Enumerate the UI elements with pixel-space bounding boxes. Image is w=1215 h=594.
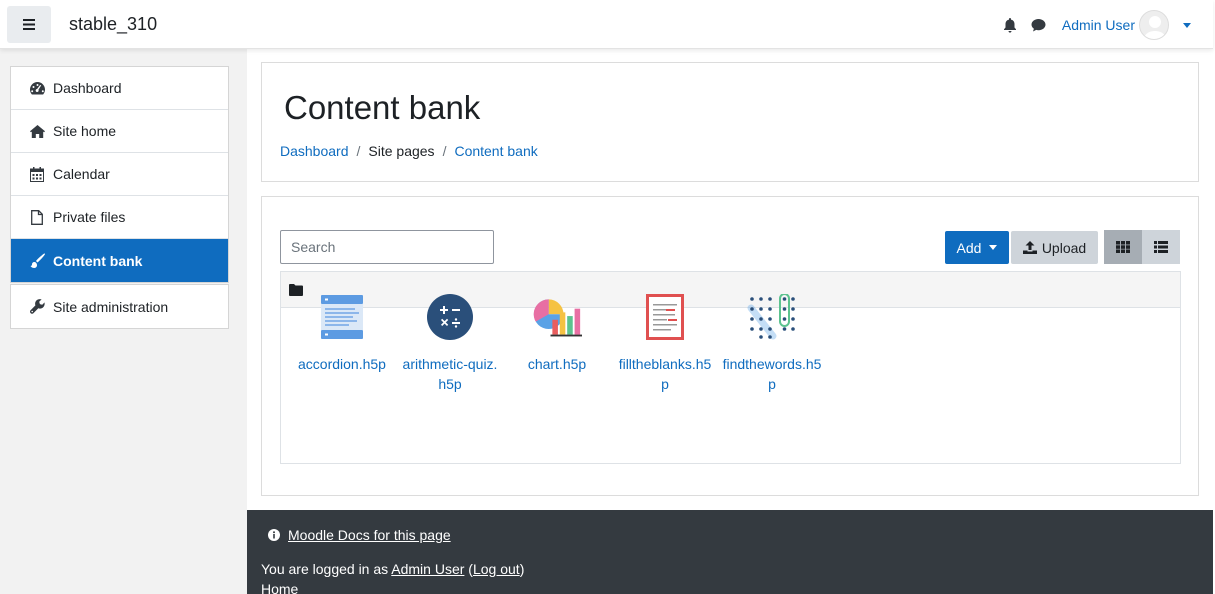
breadcrumb-content-bank[interactable]: Content bank [454,143,537,159]
page-title: Content bank [284,89,481,126]
nav-item-label: Content bank [53,252,143,269]
breadcrumb-separator: / [356,143,361,159]
add-button-label: Add [956,239,982,256]
nav-item-content-bank[interactable]: Content bank [11,239,228,282]
avatar[interactable] [1139,10,1169,40]
nav-item-site-home[interactable]: Site home [11,110,228,153]
fill-blanks-icon [640,292,690,342]
grid-icon [1116,241,1130,253]
breadcrumb-separator: / [442,143,447,159]
nav-item-label: Calendar [53,166,110,182]
nav-secondary: Site administration [10,284,229,329]
breadcrumb-site-pages: Site pages [368,143,435,159]
user-menu-name[interactable]: Admin User [1062,17,1135,33]
drawer-toggle-button[interactable] [7,6,51,43]
site-name[interactable]: stable_310 [69,14,157,35]
logged-in-user-link[interactable]: Admin User [391,561,464,577]
login-info: You are logged in as Admin User (Log out… [261,561,524,577]
file-name[interactable]: findthewords.h5p [718,354,826,394]
moodle-docs-link[interactable]: Moodle Docs for this page [288,527,451,543]
page-header: Content bank Dashboard / Site pages / Co… [261,62,1199,182]
nav-item-label: Site home [53,123,117,139]
wrench-icon [29,299,45,315]
login-prefix: You are logged in as [261,561,392,577]
nav-primary: Dashboard Site home Calendar Private fil… [10,66,229,283]
list-view-button[interactable] [1142,230,1180,264]
paren-open: ( [464,561,473,577]
file-icon [29,209,45,225]
arithmetic-icon [425,292,475,342]
hamburger-icon [23,19,35,30]
view-toggle [1104,230,1180,264]
home-link[interactable]: Home [261,581,298,594]
content-file-filltheblanks[interactable]: filltheblanks.h5p [611,292,719,394]
chevron-down-icon[interactable] [1183,22,1191,28]
nav-item-label: Private files [53,209,126,225]
content-file-accordion[interactable]: accordion.h5p [288,292,396,374]
content-file-arithmetic-quiz[interactable]: arithmetic-quiz.h5p [396,292,504,394]
breadcrumb-dashboard[interactable]: Dashboard [280,143,349,159]
upload-button[interactable]: Upload [1011,231,1098,264]
docs-link-row: Moodle Docs for this page [268,527,451,543]
nav-drawer: Dashboard Site home Calendar Private fil… [0,49,247,594]
nav-item-site-administration[interactable]: Site administration [11,285,228,328]
content-bank-region: Add Upload accordion.h5p arit [261,196,1199,496]
page-footer: Moodle Docs for this page You are logged… [247,510,1213,594]
calendar-icon [29,166,45,182]
info-icon [268,529,280,541]
brush-icon [29,253,45,269]
file-name[interactable]: accordion.h5p [288,354,396,374]
navbar: stable_310 Admin User [0,0,1213,49]
add-button[interactable]: Add [945,231,1009,264]
nav-item-dashboard[interactable]: Dashboard [11,67,228,110]
comment-icon[interactable] [1031,18,1046,32]
paren-close: ) [519,561,525,577]
search-input[interactable] [280,230,494,264]
content-file-findthewords[interactable]: findthewords.h5p [718,292,826,394]
nav-item-calendar[interactable]: Calendar [11,153,228,196]
file-name[interactable]: arithmetic-quiz.h5p [396,354,504,394]
list-icon [1154,241,1168,253]
chart-icon [532,292,582,342]
dashboard-icon [29,80,45,96]
content-files-panel: accordion.h5p arithmetic-quiz.h5p chart.… [280,271,1181,464]
nav-item-label: Dashboard [53,80,122,96]
upload-icon [1022,241,1037,254]
bell-icon[interactable] [1003,17,1017,33]
upload-button-label: Upload [1041,239,1087,256]
home-icon [29,123,45,139]
find-words-icon [747,292,797,342]
logout-link[interactable]: Log out [473,561,520,577]
content-file-chart[interactable]: chart.h5p [503,292,611,374]
home-link-row: Home [261,581,298,594]
breadcrumb: Dashboard / Site pages / Content bank [280,143,538,159]
file-name[interactable]: chart.h5p [503,354,611,374]
user-avatar-icon [1143,16,1167,39]
accordion-icon [317,292,367,342]
nav-item-label: Site administration [53,298,169,315]
file-name[interactable]: filltheblanks.h5p [611,354,719,394]
nav-item-private-files[interactable]: Private files [11,196,228,239]
icon-view-button[interactable] [1104,230,1142,264]
chevron-down-icon [989,245,998,250]
